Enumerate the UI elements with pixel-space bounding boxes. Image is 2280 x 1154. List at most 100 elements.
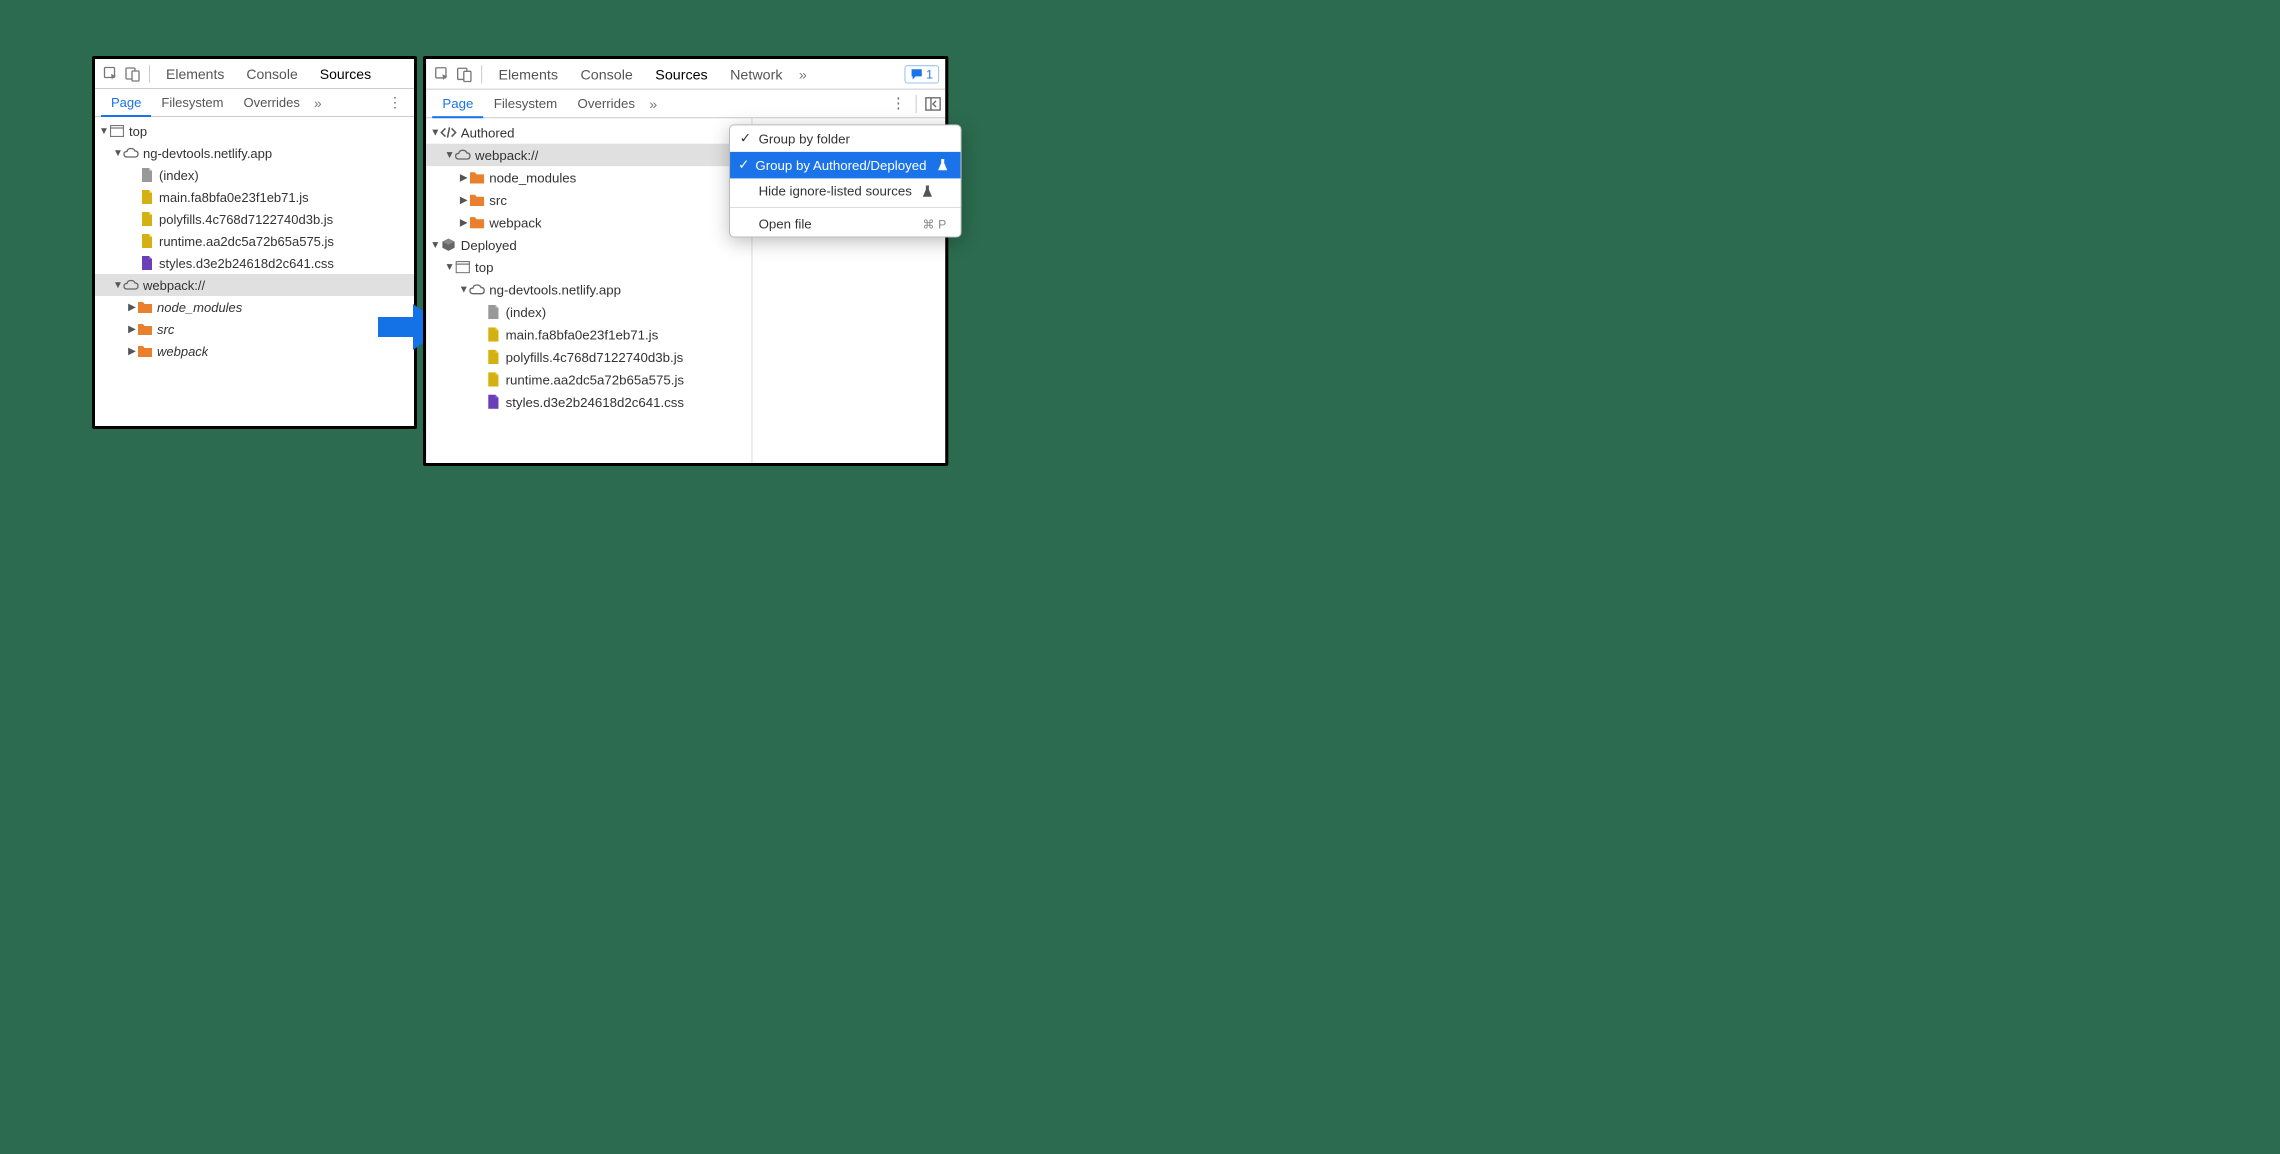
subtab-page[interactable]: Page [101, 90, 151, 117]
top-tab-bar: Elements Console Sources Network » 1 [426, 59, 945, 90]
devtools-panel-before: Elements Console Sources Page Filesystem… [92, 56, 417, 429]
chevron-down-icon: ▼ [444, 262, 454, 273]
cloud-icon [469, 281, 485, 297]
menu-label: Group by Authored/Deployed [755, 157, 926, 172]
tree-item-file[interactable]: runtime.aa2dc5a72b65a575.js [95, 230, 414, 252]
tab-console[interactable]: Console [570, 60, 643, 89]
js-file-icon [485, 371, 501, 387]
tree-label: top [129, 124, 147, 139]
tree-item-file[interactable]: polyfills.4c768d7122740d3b.js [95, 208, 414, 230]
tree-item-file[interactable]: styles.d3e2b24618d2c641.css [426, 391, 751, 413]
folder-icon [137, 321, 153, 337]
tab-elements[interactable]: Elements [488, 60, 568, 89]
deployed-icon [440, 237, 456, 253]
chevron-down-icon: ▼ [430, 127, 440, 138]
subtab-overrides[interactable]: Overrides [234, 90, 310, 115]
css-file-icon [139, 255, 155, 271]
file-icon [139, 167, 155, 183]
tree-label: main.fa8bfa0e23f1eb71.js [506, 327, 659, 342]
tree-item-folder[interactable]: ▶src [426, 189, 751, 211]
folder-icon [469, 192, 485, 208]
tree-item-domain[interactable]: ▼ng-devtools.netlify.app [426, 278, 751, 300]
context-menu: ✓ Group by folder ✓ Group by Authored/De… [729, 124, 962, 237]
file-tree: ▼Authored ▼webpack:// ▶node_modules ▶src… [426, 118, 752, 463]
kebab-menu-icon[interactable]: ⋮ [885, 95, 912, 112]
subtab-overrides[interactable]: Overrides [567, 91, 645, 117]
tree-item-folder[interactable]: ▶src [95, 318, 414, 340]
tree-item-file[interactable]: main.fa8bfa0e23f1eb71.js [95, 186, 414, 208]
chevron-right-icon: ▶ [127, 324, 137, 335]
tree-item-domain[interactable]: ▼ng-devtools.netlify.app [95, 142, 414, 164]
tree-label: styles.d3e2b24618d2c641.css [159, 256, 334, 271]
tree-label: runtime.aa2dc5a72b65a575.js [159, 234, 334, 249]
tree-label: (index) [159, 168, 199, 183]
folder-icon [137, 343, 153, 359]
tree-item-webpack[interactable]: ▼webpack:// [426, 144, 751, 166]
tree-item-file[interactable]: runtime.aa2dc5a72b65a575.js [426, 368, 751, 390]
issues-count: 1 [926, 67, 933, 81]
tree-label: styles.d3e2b24618d2c641.css [506, 394, 684, 409]
tree-label: (index) [506, 304, 547, 319]
flask-icon [922, 185, 933, 197]
menu-label: Group by folder [759, 131, 850, 146]
subtab-filesystem[interactable]: Filesystem [151, 90, 233, 115]
tree-item-file[interactable]: (index) [426, 301, 751, 323]
separator [149, 65, 150, 83]
tree-label: Authored [461, 125, 515, 140]
kebab-menu-icon[interactable]: ⋮ [382, 94, 408, 111]
code-icon [440, 124, 456, 140]
tree-item-authored[interactable]: ▼ Authored [426, 121, 751, 143]
tab-sources[interactable]: Sources [645, 60, 718, 89]
js-file-icon [139, 189, 155, 205]
separator [916, 94, 917, 112]
tree-item-folder[interactable]: ▶node_modules [426, 166, 751, 188]
menu-open-file[interactable]: Open file ⌘ P [730, 211, 961, 237]
tree-item-file[interactable]: styles.d3e2b24618d2c641.css [95, 252, 414, 274]
file-icon [485, 304, 501, 320]
js-file-icon [485, 326, 501, 342]
menu-hide-ignore-listed[interactable]: Hide ignore-listed sources [730, 178, 961, 204]
tree-label: runtime.aa2dc5a72b65a575.js [506, 372, 684, 387]
device-icon[interactable] [123, 64, 143, 84]
tree-item-file[interactable]: polyfills.4c768d7122740d3b.js [426, 346, 751, 368]
tab-console[interactable]: Console [236, 60, 307, 88]
window-icon [109, 123, 125, 139]
chevron-right-icon[interactable]: » [645, 95, 661, 111]
menu-label: Hide ignore-listed sources [759, 184, 912, 199]
menu-group-by-folder[interactable]: ✓ Group by folder [730, 125, 961, 152]
tree-item-webpack[interactable]: ▼webpack:// [95, 274, 414, 296]
sources-sub-tabs: Page Filesystem Overrides » ⋮ [426, 90, 945, 119]
chevron-down-icon: ▼ [99, 126, 109, 137]
inspect-icon[interactable] [432, 64, 452, 84]
subtab-filesystem[interactable]: Filesystem [484, 91, 568, 117]
chevron-down-icon: ▼ [113, 148, 123, 159]
tree-label: ng-devtools.netlify.app [489, 282, 621, 297]
device-icon[interactable] [455, 64, 475, 84]
tree-item-top[interactable]: ▼ top [95, 120, 414, 142]
chevron-right-icon[interactable]: » [310, 95, 326, 111]
folder-icon [469, 169, 485, 185]
file-tree: ▼ top ▼ng-devtools.netlify.app (index) ma… [95, 117, 414, 365]
inspect-icon[interactable] [101, 64, 121, 84]
tab-network[interactable]: Network [720, 60, 793, 89]
tree-item-file[interactable]: main.fa8bfa0e23f1eb71.js [426, 323, 751, 345]
js-file-icon [485, 349, 501, 365]
js-file-icon [139, 233, 155, 249]
issues-badge[interactable]: 1 [905, 65, 939, 83]
tree-item-top[interactable]: ▼top [426, 256, 751, 278]
chevron-right-icon[interactable]: » [795, 66, 811, 82]
check-icon: ✓ [738, 130, 752, 146]
tree-item-folder[interactable]: ▶webpack [426, 211, 751, 233]
menu-group-by-authored[interactable]: ✓ Group by Authored/Deployed [730, 152, 961, 179]
toggle-panel-icon[interactable] [921, 96, 939, 110]
tree-item-folder[interactable]: ▶webpack [95, 340, 414, 362]
tab-sources[interactable]: Sources [310, 60, 381, 88]
tree-item-deployed[interactable]: ▼Deployed [426, 233, 751, 255]
tree-item-file[interactable]: (index) [95, 164, 414, 186]
tree-label: webpack:// [475, 147, 538, 162]
tab-elements[interactable]: Elements [156, 60, 234, 88]
message-icon [911, 68, 923, 80]
subtab-page[interactable]: Page [432, 90, 483, 118]
tree-label: main.fa8bfa0e23f1eb71.js [159, 190, 309, 205]
tree-item-folder[interactable]: ▶node_modules [95, 296, 414, 318]
